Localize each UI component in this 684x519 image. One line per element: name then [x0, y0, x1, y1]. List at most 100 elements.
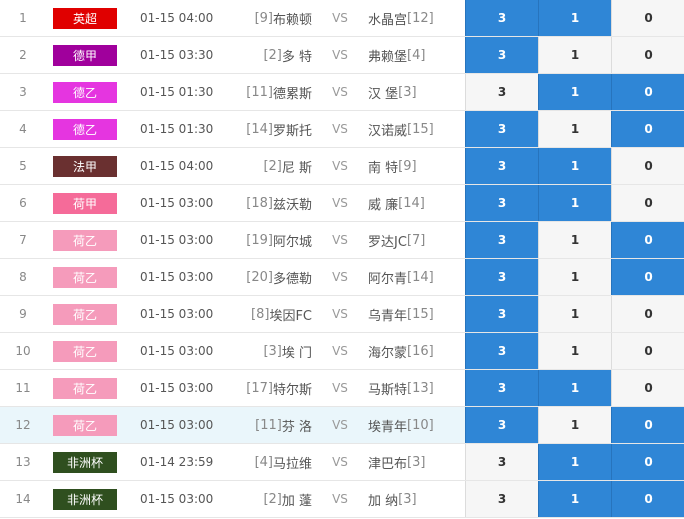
match-row[interactable]: 4 德乙 01-15 01:30 [14] 罗斯托 VS 汉诺威 [15] 3 …: [0, 111, 684, 148]
home-team[interactable]: [20] 多德勒: [200, 259, 312, 295]
league-badge[interactable]: 荷乙: [53, 340, 117, 362]
option-draw[interactable]: 1: [538, 481, 611, 517]
league-badge[interactable]: 荷甲: [53, 192, 117, 214]
home-team[interactable]: [3] 埃 门: [200, 333, 312, 369]
option-draw[interactable]: 1: [538, 259, 611, 295]
league-badge[interactable]: 德乙: [53, 118, 117, 140]
option-win[interactable]: 3: [465, 370, 538, 406]
option-win[interactable]: 3: [465, 222, 538, 258]
option-lose[interactable]: 0: [611, 37, 684, 73]
option-draw[interactable]: 1: [538, 111, 611, 147]
option-lose[interactable]: 0: [611, 74, 684, 110]
home-team[interactable]: [2] 加 蓬: [200, 481, 312, 517]
league-badge[interactable]: 英超: [53, 7, 117, 29]
away-team[interactable]: 汉 堡 [3]: [368, 74, 464, 110]
away-team[interactable]: 加 纳 [3]: [368, 481, 464, 517]
league-badge[interactable]: 荷乙: [53, 377, 117, 399]
match-row[interactable]: 5 法甲 01-15 04:00 [2] 尼 斯 VS 南 特 [9] 3 1 …: [0, 148, 684, 185]
option-draw[interactable]: 1: [538, 296, 611, 332]
option-lose[interactable]: 0: [611, 185, 684, 221]
option-lose[interactable]: 0: [611, 111, 684, 147]
league-badge[interactable]: 荷乙: [53, 414, 117, 436]
match-row[interactable]: 11 荷乙 01-15 03:00 [17] 特尔斯 VS 马斯特 [13] 3…: [0, 370, 684, 407]
option-win[interactable]: 3: [465, 333, 538, 369]
option-draw[interactable]: 1: [538, 333, 611, 369]
league-badge[interactable]: 德甲: [53, 44, 117, 66]
away-team[interactable]: 埃青年 [10]: [368, 407, 464, 443]
match-row[interactable]: 14 非洲杯 01-15 03:00 [2] 加 蓬 VS 加 纳 [3] 3 …: [0, 481, 684, 518]
away-team[interactable]: 海尔蒙 [16]: [368, 333, 464, 369]
league-badge[interactable]: 非洲杯: [53, 451, 117, 473]
home-team[interactable]: [9] 布赖顿: [200, 0, 312, 36]
option-win[interactable]: 3: [465, 407, 538, 443]
option-win[interactable]: 3: [465, 111, 538, 147]
home-team[interactable]: [4] 马拉维: [200, 444, 312, 480]
option-lose[interactable]: 0: [611, 0, 684, 36]
option-lose[interactable]: 0: [611, 333, 684, 369]
away-team[interactable]: 威 廉 [14]: [368, 185, 464, 221]
option-win[interactable]: 3: [465, 296, 538, 332]
away-team[interactable]: 津巴布 [3]: [368, 444, 464, 480]
option-win[interactable]: 3: [465, 37, 538, 73]
option-draw[interactable]: 1: [538, 74, 611, 110]
away-team[interactable]: 乌青年 [15]: [368, 296, 464, 332]
option-lose[interactable]: 0: [611, 407, 684, 443]
league-badge[interactable]: 荷乙: [53, 303, 117, 325]
vs-label: VS: [332, 11, 348, 25]
option-lose[interactable]: 0: [611, 259, 684, 295]
option-lose[interactable]: 0: [611, 222, 684, 258]
option-win[interactable]: 3: [465, 444, 538, 480]
match-row[interactable]: 12 荷乙 01-15 03:00 [11] 芬 洛 VS 埃青年 [10] 3…: [0, 407, 684, 444]
option-win[interactable]: 3: [465, 0, 538, 36]
match-row[interactable]: 2 德甲 01-15 03:30 [2] 多 特 VS 弗赖堡 [4] 3 1 …: [0, 37, 684, 74]
option-lose[interactable]: 0: [611, 444, 684, 480]
home-team[interactable]: [19] 阿尔城: [200, 222, 312, 258]
league-badge[interactable]: 荷乙: [53, 266, 117, 288]
option-win[interactable]: 3: [465, 259, 538, 295]
home-team-name: 兹沃勒: [272, 197, 312, 213]
option-draw[interactable]: 1: [538, 222, 611, 258]
league-badge[interactable]: 非洲杯: [53, 488, 117, 510]
match-row[interactable]: 1 英超 01-15 04:00 [9] 布赖顿 VS 水晶宫 [12] 3 1…: [0, 0, 684, 37]
league-badge[interactable]: 法甲: [53, 155, 117, 177]
option-draw[interactable]: 1: [538, 148, 611, 184]
home-team[interactable]: [2] 多 特: [200, 37, 312, 73]
option-draw[interactable]: 1: [538, 444, 611, 480]
away-team[interactable]: 罗达JC [7]: [368, 222, 464, 258]
option-win[interactable]: 3: [465, 148, 538, 184]
option-draw[interactable]: 1: [538, 407, 611, 443]
away-team[interactable]: 弗赖堡 [4]: [368, 37, 464, 73]
match-row[interactable]: 8 荷乙 01-15 03:00 [20] 多德勒 VS 阿尔青 [14] 3 …: [0, 259, 684, 296]
match-row[interactable]: 6 荷甲 01-15 03:00 [18] 兹沃勒 VS 威 廉 [14] 3 …: [0, 185, 684, 222]
away-team[interactable]: 水晶宫 [12]: [368, 0, 464, 36]
match-row[interactable]: 9 荷乙 01-15 03:00 [8] 埃因FC VS 乌青年 [15] 3 …: [0, 296, 684, 333]
away-team[interactable]: 阿尔青 [14]: [368, 259, 464, 295]
away-team[interactable]: 马斯特 [13]: [368, 370, 464, 406]
option-draw[interactable]: 1: [538, 0, 611, 36]
option-lose[interactable]: 0: [611, 148, 684, 184]
option-win[interactable]: 3: [465, 74, 538, 110]
home-team[interactable]: [17] 特尔斯: [200, 370, 312, 406]
match-row[interactable]: 3 德乙 01-15 01:30 [11] 德累斯 VS 汉 堡 [3] 3 1…: [0, 74, 684, 111]
league-badge[interactable]: 荷乙: [53, 229, 117, 251]
option-win[interactable]: 3: [465, 481, 538, 517]
match-row[interactable]: 7 荷乙 01-15 03:00 [19] 阿尔城 VS 罗达JC [7] 3 …: [0, 222, 684, 259]
away-team[interactable]: 南 特 [9]: [368, 148, 464, 184]
option-win[interactable]: 3: [465, 185, 538, 221]
home-team[interactable]: [2] 尼 斯: [200, 148, 312, 184]
home-team[interactable]: [11] 德累斯: [200, 74, 312, 110]
league-badge[interactable]: 德乙: [53, 81, 117, 103]
home-team[interactable]: [11] 芬 洛: [200, 407, 312, 443]
match-row[interactable]: 13 非洲杯 01-14 23:59 [4] 马拉维 VS 津巴布 [3] 3 …: [0, 444, 684, 481]
home-team[interactable]: [14] 罗斯托: [200, 111, 312, 147]
option-draw[interactable]: 1: [538, 185, 611, 221]
away-team[interactable]: 汉诺威 [15]: [368, 111, 464, 147]
match-row[interactable]: 10 荷乙 01-15 03:00 [3] 埃 门 VS 海尔蒙 [16] 3 …: [0, 333, 684, 370]
option-lose[interactable]: 0: [611, 296, 684, 332]
option-draw[interactable]: 1: [538, 370, 611, 406]
option-lose[interactable]: 0: [611, 370, 684, 406]
home-team[interactable]: [18] 兹沃勒: [200, 185, 312, 221]
home-team[interactable]: [8] 埃因FC: [200, 296, 312, 332]
option-draw[interactable]: 1: [538, 37, 611, 73]
option-lose[interactable]: 0: [611, 481, 684, 517]
